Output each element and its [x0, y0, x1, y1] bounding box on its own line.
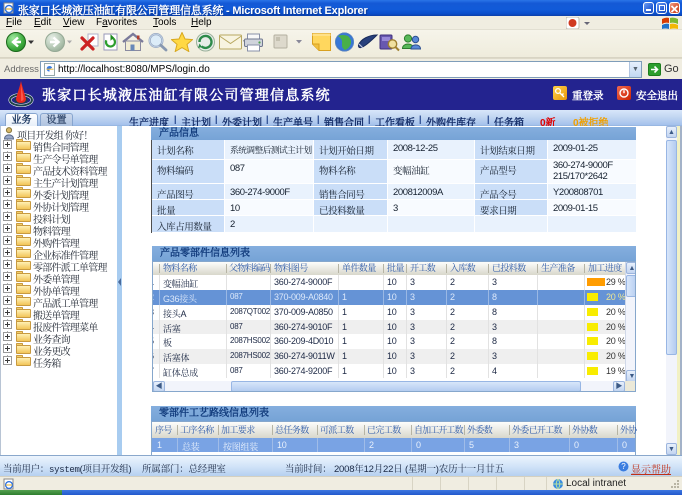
- svg-text:?: ?: [621, 462, 626, 471]
